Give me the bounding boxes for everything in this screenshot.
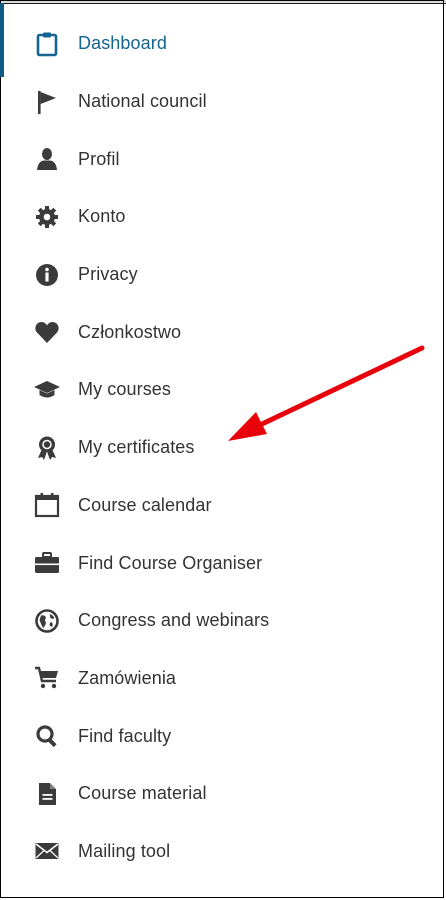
briefcase-icon xyxy=(33,549,61,577)
sidebar-item-my-courses[interactable]: My courses xyxy=(0,361,440,419)
sidebar-item-label: Privacy xyxy=(78,264,138,285)
sidebar-item-czlonkostwo[interactable]: Członkostwo xyxy=(0,303,440,361)
sidebar-menu: Dashboard National council Profil Konto … xyxy=(0,3,440,881)
sidebar-item-label: Mailing tool xyxy=(78,840,171,861)
sidebar-item-label: Find faculty xyxy=(78,725,172,746)
active-indicator xyxy=(0,3,4,77)
cart-icon xyxy=(33,664,61,692)
sidebar-item-profil[interactable]: Profil xyxy=(0,130,440,188)
heart-icon xyxy=(33,318,61,346)
sidebar-item-label: My courses xyxy=(78,379,172,400)
sidebar-item-dashboard[interactable]: Dashboard xyxy=(0,3,440,77)
sidebar-item-course-material[interactable]: Course material xyxy=(0,765,440,823)
sidebar-item-zamowienia[interactable]: Zamówienia xyxy=(0,650,440,708)
sidebar-item-label: Konto xyxy=(78,206,126,227)
sidebar-item-label: My certificates xyxy=(78,437,195,458)
info-icon xyxy=(33,261,61,289)
award-icon xyxy=(33,434,61,462)
sidebar-item-label: Dashboard xyxy=(78,33,167,54)
sidebar-item-course-calendar[interactable]: Course calendar xyxy=(0,477,440,535)
sidebar-item-my-certificates[interactable]: My certificates xyxy=(0,419,440,477)
globe-icon xyxy=(33,607,61,635)
sidebar-item-mailing-tool[interactable]: Mailing tool xyxy=(0,823,440,881)
sidebar-item-konto[interactable]: Konto xyxy=(0,188,440,246)
sidebar-item-label: Find Course Organiser xyxy=(78,552,263,573)
sidebar-item-find-course-organiser[interactable]: Find Course Organiser xyxy=(0,534,440,592)
clipboard-icon xyxy=(33,30,61,58)
sidebar-item-privacy[interactable]: Privacy xyxy=(0,246,440,304)
document-icon xyxy=(33,780,61,808)
sidebar-item-label: Congress and webinars xyxy=(78,610,270,631)
flag-icon xyxy=(33,88,61,116)
sidebar-item-national-council[interactable]: National council xyxy=(0,73,440,131)
sidebar-item-label: Course calendar xyxy=(78,494,212,515)
sidebar-item-find-faculty[interactable]: Find faculty xyxy=(0,707,440,765)
sidebar-item-label: Profil xyxy=(78,148,120,169)
sidebar-item-label: Członkostwo xyxy=(78,321,182,342)
sidebar-item-label: Zamówienia xyxy=(78,667,177,688)
sidebar-item-congress-and-webinars[interactable]: Congress and webinars xyxy=(0,592,440,650)
sidebar-item-label: Course material xyxy=(78,783,207,804)
user-icon xyxy=(33,145,61,173)
graduation-cap-icon xyxy=(33,376,61,404)
search-icon xyxy=(33,722,61,750)
sidebar-item-label: National council xyxy=(78,91,207,112)
calendar-icon xyxy=(33,491,61,519)
gear-icon xyxy=(33,203,61,231)
envelope-icon xyxy=(33,837,61,865)
